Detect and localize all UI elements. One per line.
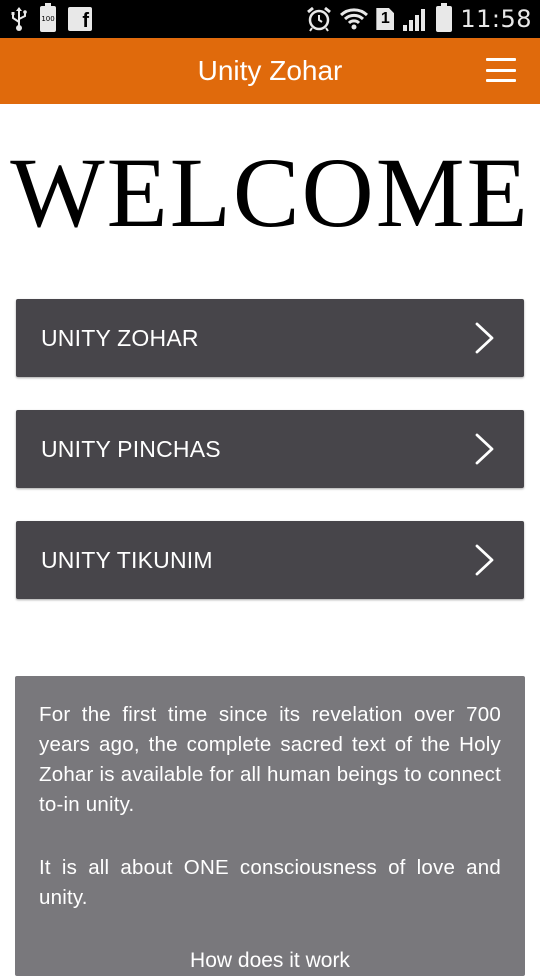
alarm-icon (306, 6, 332, 32)
battery-icon (436, 3, 453, 32)
nav-item-label: UNITY PINCHAS (41, 435, 221, 462)
nav-item-label: UNITY ZOHAR (41, 324, 199, 351)
welcome-heading: WELCOME (10, 137, 530, 248)
sim-icon: 1 (376, 8, 395, 30)
how-does-it-work-link[interactable]: How does it work (39, 946, 501, 976)
signal-icon (402, 7, 428, 31)
nav-item-label: UNITY TIKUNIM (41, 546, 213, 573)
status-right-icons: 1 11:58 (306, 3, 532, 33)
chevron-right-icon (475, 322, 494, 354)
app-title: Unity Zohar (197, 55, 343, 86)
chevron-right-icon (475, 544, 494, 576)
menu-bar-line (486, 58, 516, 61)
usb-icon (10, 6, 28, 32)
nav-item-unity-zohar[interactable]: UNITY ZOHAR (16, 299, 524, 377)
chevron-right-icon (475, 433, 494, 465)
nav-item-unity-pinchas[interactable]: UNITY PINCHAS (16, 410, 524, 488)
wifi-icon (340, 6, 369, 32)
nav-item-unity-tikunim[interactable]: UNITY TIKUNIM (16, 521, 524, 599)
clock: 11:58 (460, 5, 532, 33)
status-bar: 100 f 1 11:58 (0, 0, 540, 38)
menu-bar-line (486, 79, 516, 82)
info-paragraph: It is all about ONE consciousness of lov… (39, 856, 501, 909)
hamburger-menu-icon[interactable] (484, 55, 518, 85)
info-paragraph: For the first time since its revelation … (39, 703, 501, 816)
menu-bar-line (486, 68, 516, 72)
battery-full-icon: 100 (40, 3, 56, 32)
facebook-icon: f (68, 7, 92, 31)
app-header: Unity Zohar (0, 38, 540, 104)
info-box: For the first time since its revelation … (15, 676, 525, 976)
status-left-icons: 100 f (10, 3, 92, 32)
